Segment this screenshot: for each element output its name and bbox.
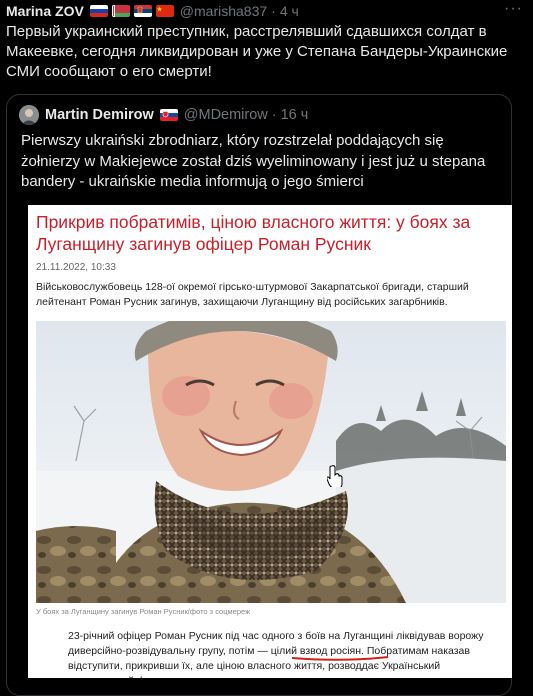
more-options-icon[interactable]: ···: [504, 0, 523, 18]
article-paragraph: 23-річний офіцер Роман Русник під час од…: [68, 630, 484, 678]
soldier-photo: [36, 321, 506, 603]
hand-cursor-icon: [327, 465, 343, 487]
belarus-flag-icon: [111, 5, 130, 17]
red-underline-annotation: [291, 656, 389, 661]
tweet-header: Marina ZOV @marisha837 · 4 ч: [6, 2, 299, 20]
photo-caption: У боях за Луганщину загинув Роман Русник…: [36, 607, 251, 616]
tweet-text: Первый украинский преступник, расстреляв…: [6, 23, 508, 80]
article-screenshot-image[interactable]: Прикрив побратимів, ціною власного життя…: [28, 205, 512, 678]
quoted-tweet-time[interactable]: 16 ч: [281, 107, 309, 123]
separator-dot: ·: [271, 107, 277, 123]
author-handle[interactable]: @marisha837: [180, 3, 267, 19]
quoted-author-handle[interactable]: @MDemirow: [184, 107, 268, 123]
author-name[interactable]: Marina ZOV: [6, 3, 84, 19]
quoted-tweet-header: Martin Demirow @MDemirow · 16 ч: [19, 105, 308, 125]
flag-emojis: [89, 5, 174, 17]
article-date: 21.11.2022, 10:33: [36, 262, 116, 273]
slovakia-flag-icon: [159, 109, 178, 121]
separator-dot: ·: [271, 3, 276, 19]
article-title: Прикрив побратимів, ціною власного життя…: [36, 212, 471, 254]
avatar[interactable]: [19, 105, 39, 125]
tweet[interactable]: Marina ZOV @marisha837 · 4 ч ··· Первый …: [0, 0, 533, 696]
serbia-flag-icon: [133, 5, 152, 17]
tweet-time[interactable]: 4 ч: [280, 3, 299, 19]
quoted-tweet-text: Pierwszy ukraiński zbrodniarz, który roz…: [21, 132, 486, 190]
quoted-flag-emojis: [159, 109, 178, 121]
russia-flag-icon: [89, 5, 108, 17]
quoted-author-name[interactable]: Martin Demirow: [45, 107, 154, 123]
china-flag-icon: [155, 5, 174, 17]
article-lead: Військовослужбовець 128-ої окремої гірсь…: [36, 281, 469, 308]
